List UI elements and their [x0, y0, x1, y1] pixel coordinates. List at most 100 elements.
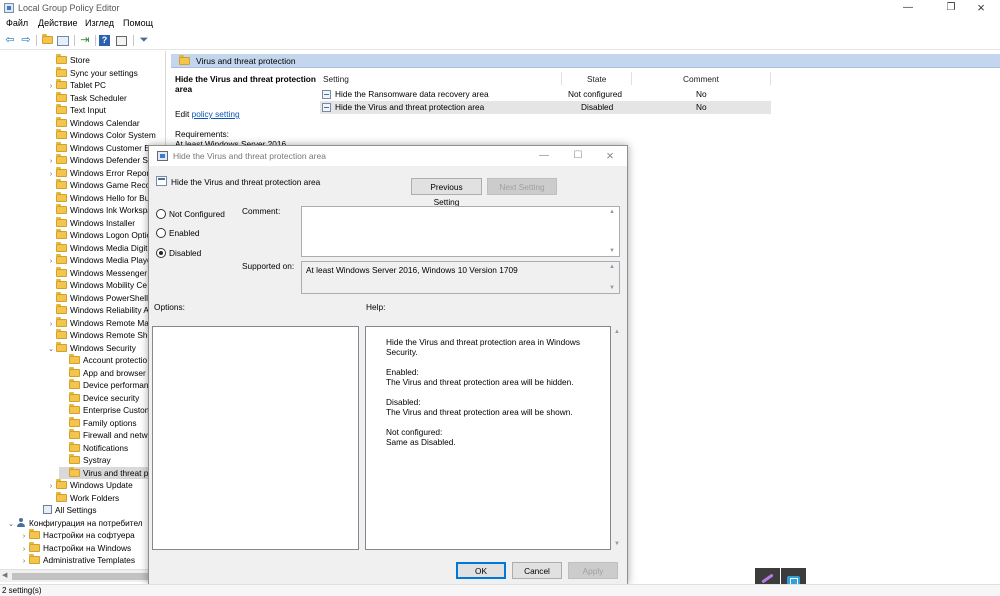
collapse-chevron-icon[interactable]: ⌄ — [46, 344, 56, 356]
tree-item[interactable]: Firewall and netw — [59, 429, 148, 441]
tree-item[interactable]: All Settings — [33, 504, 97, 516]
close-icon[interactable]: × — [958, 0, 1000, 16]
menu-action[interactable]: Действие — [38, 18, 78, 28]
tree-item[interactable]: Enterprise Custom — [59, 404, 152, 416]
tree-item[interactable]: Windows Installer — [46, 217, 135, 229]
column-header-state[interactable]: State — [587, 74, 606, 84]
radio-not-configured[interactable]: Not Configured — [156, 208, 225, 220]
tree-item[interactable]: › Windows Error Report — [46, 167, 152, 179]
filter-icon[interactable]: ⏷ — [137, 34, 151, 47]
tree-item[interactable]: › Настройки на Windows — [19, 542, 131, 554]
setting-icon — [156, 176, 167, 186]
scroll-up-icon[interactable]: ▲ — [614, 329, 620, 335]
comment-textarea[interactable]: ▲ ▼ — [301, 206, 620, 257]
column-separator[interactable] — [561, 72, 562, 85]
comment-scrollbar[interactable]: ▲ ▼ — [607, 207, 619, 256]
tree-item[interactable]: Windows Customer E — [46, 142, 150, 154]
radio-enabled[interactable]: Enabled — [156, 227, 199, 239]
collapse-chevron-icon[interactable]: ⌄ — [6, 519, 16, 531]
tree-item[interactable]: ⌄ Конфигурация на потребител — [6, 517, 143, 529]
column-header-comment[interactable]: Comment — [683, 74, 719, 84]
tree-item[interactable]: Windows Logon Optic — [46, 229, 151, 241]
help-icon[interactable]: ? — [99, 35, 110, 46]
tree-item[interactable]: Family options — [59, 417, 137, 429]
folder-icon — [56, 242, 67, 252]
tree-item[interactable]: Task Scheduler — [46, 92, 127, 104]
apply-button[interactable]: Apply — [568, 562, 618, 579]
help-scrollbar[interactable]: ▲ ▼ — [611, 326, 623, 550]
menu-file[interactable]: Файл — [6, 18, 28, 28]
tree-item[interactable]: Text Input — [46, 104, 106, 116]
setting-icon — [322, 103, 331, 112]
right-pane-header: Virus and threat protection — [171, 54, 1000, 68]
policy-setting-link[interactable]: policy setting — [192, 109, 240, 119]
menu-help[interactable]: Помощ — [123, 18, 153, 28]
tree-item[interactable]: Windows Reliability A — [46, 304, 149, 316]
tree-item[interactable]: › Tablet PC — [46, 79, 106, 91]
tree-item[interactable]: Windows Mobility Ce — [46, 279, 147, 291]
tree-horizontal-scrollbar[interactable]: ◀ ▶ — [0, 569, 166, 582]
tree-item[interactable]: Windows Messenger — [46, 267, 147, 279]
column-separator[interactable] — [631, 72, 632, 85]
next-setting-button[interactable]: Next Setting — [487, 178, 557, 195]
table-row[interactable]: Hide the Ransomware data recovery area N… — [320, 88, 771, 101]
tree-item[interactable]: Account protectio — [59, 354, 147, 366]
scroll-thumb[interactable] — [12, 573, 152, 580]
maximize-icon[interactable]: ☐ — [570, 148, 586, 164]
cancel-button[interactable]: Cancel — [512, 562, 562, 579]
supported-scrollbar[interactable]: ▲ ▼ — [607, 262, 619, 293]
tree-item[interactable]: App and browser — [59, 367, 146, 379]
tree-item[interactable]: Windows Hello for Bu — [46, 192, 149, 204]
scroll-down-icon[interactable]: ▼ — [614, 541, 620, 547]
tree-item[interactable]: › Windows Remote Ma — [46, 317, 149, 329]
tree-item[interactable]: › Administrative Templates — [19, 554, 135, 566]
show-hide-tree-icon[interactable] — [57, 36, 69, 46]
tree-item[interactable]: Windows Color System — [46, 129, 156, 141]
tree-item[interactable]: Windows PowerShell — [46, 292, 148, 304]
column-separator[interactable] — [770, 72, 771, 85]
folder-icon — [56, 342, 67, 352]
tree-item[interactable]: Notifications — [59, 442, 128, 454]
properties-icon[interactable] — [116, 36, 127, 46]
tree-item[interactable]: Windows Game Reco — [46, 179, 150, 191]
forward-arrow-icon[interactable]: ⇨ — [19, 34, 33, 47]
tree-item[interactable]: Windows Media Digit — [46, 242, 147, 254]
tree-item[interactable]: Work Folders — [46, 492, 119, 504]
tree-item[interactable]: › Windows Update — [46, 479, 133, 491]
toolbar-separator — [74, 35, 75, 46]
folder-icon — [56, 167, 67, 177]
menu-view[interactable]: Изглед — [85, 18, 114, 28]
table-row-selected[interactable]: Hide the Virus and threat protection are… — [320, 101, 771, 114]
scroll-left-icon[interactable]: ◀ — [2, 571, 7, 579]
toolbar-separator — [133, 35, 134, 46]
tree-item[interactable]: › Настройки на софтуера — [19, 529, 135, 541]
tree-item[interactable]: Device security — [59, 392, 139, 404]
folder-icon — [56, 192, 67, 202]
expand-chevron-icon[interactable]: › — [19, 556, 29, 568]
previous-setting-button[interactable]: Previous Setting — [411, 178, 482, 207]
minimize-icon[interactable]: — — [885, 0, 931, 16]
tree-item-selected[interactable]: Virus and threat p — [59, 467, 151, 479]
radio-disabled[interactable]: Disabled — [156, 247, 201, 259]
tree-item[interactable]: ⌄ Windows Security — [46, 342, 136, 354]
tree-item[interactable]: Windows Ink Workspa — [46, 204, 152, 216]
tree-item[interactable]: Sync your settings — [46, 67, 138, 79]
tree-item[interactable]: Systray — [59, 454, 111, 466]
folder-icon — [29, 542, 40, 552]
export-list-icon[interactable]: ⇥ — [78, 34, 92, 47]
tree-item[interactable]: › Windows Media Playe — [46, 254, 152, 266]
folder-icon — [69, 417, 80, 427]
folder-icon — [56, 179, 67, 189]
tree-item[interactable]: Windows Remote She — [46, 329, 152, 341]
ok-button[interactable]: OK — [456, 562, 506, 579]
back-arrow-icon[interactable]: ⇦ — [3, 34, 17, 47]
close-icon[interactable]: × — [602, 148, 618, 164]
column-header-setting[interactable]: Setting — [323, 74, 349, 84]
tree-item[interactable]: Device performan — [59, 379, 148, 391]
tree-item[interactable]: › Windows Defender Sr — [46, 154, 151, 166]
tree-item[interactable]: Store — [46, 54, 90, 66]
up-folder-icon[interactable] — [40, 34, 54, 47]
minimize-icon[interactable]: — — [536, 148, 552, 164]
folder-icon — [56, 479, 67, 489]
tree-item[interactable]: Windows Calendar — [46, 117, 140, 129]
